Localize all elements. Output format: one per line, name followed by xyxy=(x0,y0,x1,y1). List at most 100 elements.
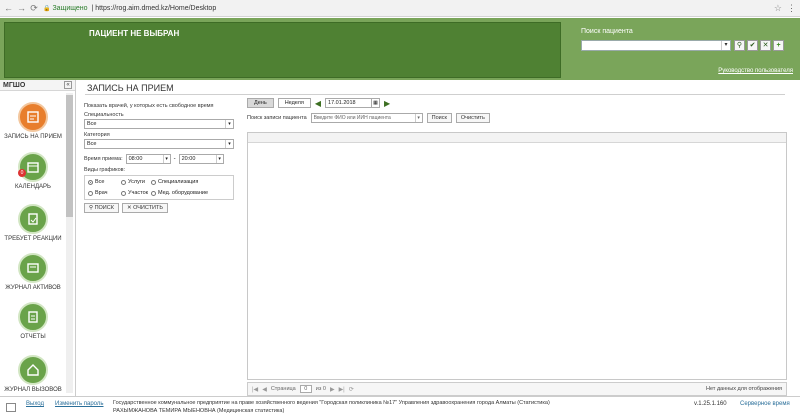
type-label: Все xyxy=(95,179,105,185)
sidebar-item-calendar[interactable]: 0 КАЛЕНДАРЬ xyxy=(0,152,66,190)
sidebar-item-label: ЗАПИСЬ НА ПРИЕМ xyxy=(4,134,62,140)
schedule-panel: День Неделя ◀ 17.01.2018 ▦ ▶ Поиск запис… xyxy=(247,98,787,396)
sidebar-scrollbar[interactable] xyxy=(66,93,73,393)
sidebar-item-label: ЖУРНАЛ ВЫЗОВОВ xyxy=(4,387,62,393)
secure-label: Защищено xyxy=(52,4,88,12)
house-call-icon xyxy=(18,355,48,385)
sidebar-item-appointments[interactable]: ЗАПИСЬ НА ПРИЕМ xyxy=(0,102,66,140)
app-version: v.1.25.1.160 xyxy=(694,401,727,407)
patient-search-title: Поиск пациента xyxy=(581,28,633,35)
main-content: ЗАПИСЬ НА ПРИЕМ Показать врачей, у котор… xyxy=(77,80,800,396)
next-date-icon[interactable]: ▶ xyxy=(384,99,390,108)
chevron-down-icon: ▾ xyxy=(162,155,170,163)
prev-date-icon[interactable]: ◀ xyxy=(315,99,321,108)
status-footer: Выход Изменить пароль Государственное ко… xyxy=(0,396,800,420)
collapse-icon[interactable]: « xyxy=(64,81,72,89)
org-info: Государственное коммунальное предприятие… xyxy=(113,399,573,415)
type-label: Врач xyxy=(95,190,108,196)
filters-hint: Показать врачей, у которых есть свободно… xyxy=(84,103,214,109)
search-patient-button[interactable]: ⚲ xyxy=(734,40,745,51)
lock-icon: 🔒 xyxy=(43,5,51,12)
type-radio-doctor[interactable]: Врач xyxy=(88,190,121,196)
tab-week[interactable]: Неделя xyxy=(277,98,311,108)
first-page-icon[interactable]: |◀ xyxy=(252,386,258,393)
type-radio-all[interactable]: Все xyxy=(88,179,121,185)
add-patient-button[interactable]: + xyxy=(773,40,784,51)
clear-button-label: ОЧИСТИТЬ xyxy=(133,205,163,211)
record-search-button[interactable]: Поиск xyxy=(426,113,452,123)
sidebar: МГШО « ЗАПИСЬ НА ПРИЕМ 0 КАЛЕНДАРЬ ТРЕБУ… xyxy=(0,80,76,396)
time-from-select[interactable]: 08:00 ▾ xyxy=(125,154,171,164)
exit-link[interactable]: Выход xyxy=(26,401,44,407)
specialty-select[interactable]: Все ▾ xyxy=(84,119,234,129)
calendar-small-icon[interactable]: ▦ xyxy=(371,99,379,107)
sidebar-item-journal[interactable]: ЖУРНАЛ АКТИВОВ xyxy=(0,253,66,291)
time-label: Время приема: xyxy=(84,156,123,162)
sidebar-item-house-calls[interactable]: ЖУРНАЛ ВЫЗОВОВ xyxy=(0,355,66,393)
prev-page-icon[interactable]: ◀ xyxy=(262,386,267,393)
time-to-select[interactable]: 20:00 ▾ xyxy=(178,154,224,164)
back-icon[interactable]: ← xyxy=(4,3,13,13)
refresh-icon[interactable]: ⟳ xyxy=(349,386,354,393)
sidebar-item-requires-action[interactable]: ТРЕБУЕТ РЕАКЦИИ xyxy=(0,204,66,242)
search-button[interactable]: ⚲ ПОИСК xyxy=(84,203,119,213)
clear-patient-button[interactable]: ✕ xyxy=(760,40,771,51)
sidebar-item-reports[interactable]: ОТЧЕТЫ xyxy=(0,302,66,340)
reload-icon[interactable]: ⟳ xyxy=(30,3,38,14)
page-total: из 0 xyxy=(315,386,326,392)
calendar-icon: 0 xyxy=(18,152,48,182)
journal-icon xyxy=(18,253,48,283)
page-input[interactable]: 0 xyxy=(299,385,312,393)
task-icon xyxy=(18,204,48,234)
patient-info-panel: ПАЦИЕНТ НЕ ВЫБРАН xyxy=(4,22,561,78)
category-select[interactable]: Все ▾ xyxy=(84,139,234,149)
search-button-label: ПОИСК xyxy=(94,205,114,211)
patient-status: ПАЦИЕНТ НЕ ВЫБРАН xyxy=(89,29,180,38)
change-password-link[interactable]: Изменить пароль xyxy=(55,401,104,407)
specialty-value: Все xyxy=(87,121,97,127)
sidebar-header: МГШО « xyxy=(0,80,75,91)
type-radio-services[interactable]: Услуги xyxy=(121,179,151,185)
type-radio-district[interactable]: Участок xyxy=(121,190,151,196)
chevron-down-icon: ▾ xyxy=(225,140,233,148)
select-patient-button[interactable]: ✔ xyxy=(747,40,758,51)
scroll-thumb[interactable] xyxy=(66,95,73,217)
record-clear-button[interactable]: Очистить xyxy=(455,113,490,123)
specialty-label: Специальность xyxy=(84,112,124,118)
current-user: РАХЫМЖАНОВА ТЕМИРА МЫЕНОВНА (Медицинская… xyxy=(113,408,285,414)
address-bar[interactable]: 🔒 Защищено | https://rog.aim.dmed.kz/Hom… xyxy=(43,5,216,12)
exit-icon[interactable] xyxy=(6,403,16,412)
radio-icon xyxy=(151,179,156,185)
organization-name: Государственное коммунальное предприятие… xyxy=(113,400,550,406)
tab-day[interactable]: День xyxy=(247,98,274,108)
server-time-link[interactable]: Серверное время xyxy=(740,401,790,407)
page-title: ЗАПИСЬ НА ПРИЕМ xyxy=(87,83,174,93)
type-radio-equipment[interactable]: Мед. оборудование xyxy=(151,190,231,196)
browser-menu-icon[interactable]: ⋮ xyxy=(787,3,796,14)
last-page-icon[interactable]: ▶| xyxy=(339,386,345,393)
patient-record-label: Поиск записи пациента xyxy=(247,115,307,121)
clear-button[interactable]: ✕ ОЧИСТИТЬ xyxy=(121,203,168,213)
sidebar-item-label: ЖУРНАЛ АКТИВОВ xyxy=(5,285,61,291)
report-icon xyxy=(18,302,48,332)
patient-record-input[interactable]: Введите ФИО или ИИН пациента ▾ xyxy=(310,113,423,123)
grid-header xyxy=(248,133,786,143)
sidebar-item-label: КАЛЕНДАРЬ xyxy=(15,184,51,190)
time-from-value: 08:00 xyxy=(128,156,143,162)
forward-icon[interactable]: → xyxy=(17,3,26,13)
type-radio-specialization[interactable]: Специализация xyxy=(151,179,231,185)
pagination-bar: |◀ ◀ Страница 0 из 0 ▶ ▶| ⟳ Нет данных д… xyxy=(247,382,787,396)
date-picker[interactable]: 17.01.2018 ▦ xyxy=(325,98,381,108)
patient-record-search: Поиск записи пациента Введите ФИО или ИИ… xyxy=(247,113,787,123)
radio-checked-icon xyxy=(88,179,93,185)
chevron-down-icon[interactable]: ▾ xyxy=(721,41,730,50)
next-page-icon[interactable]: ▶ xyxy=(330,386,335,393)
patient-record-placeholder: Введите ФИО или ИИН пациента xyxy=(313,115,391,121)
user-guide-link[interactable]: Руководство пользователя xyxy=(718,68,793,74)
bookmark-star-icon[interactable]: ☆ xyxy=(774,3,782,14)
type-label: Участок xyxy=(128,190,149,196)
sidebar-item-label: ТРЕБУЕТ РЕАКЦИИ xyxy=(4,236,62,242)
patient-search-input[interactable]: ▾ xyxy=(581,40,731,51)
radio-icon xyxy=(151,190,156,196)
notification-badge: 0 xyxy=(18,169,26,177)
